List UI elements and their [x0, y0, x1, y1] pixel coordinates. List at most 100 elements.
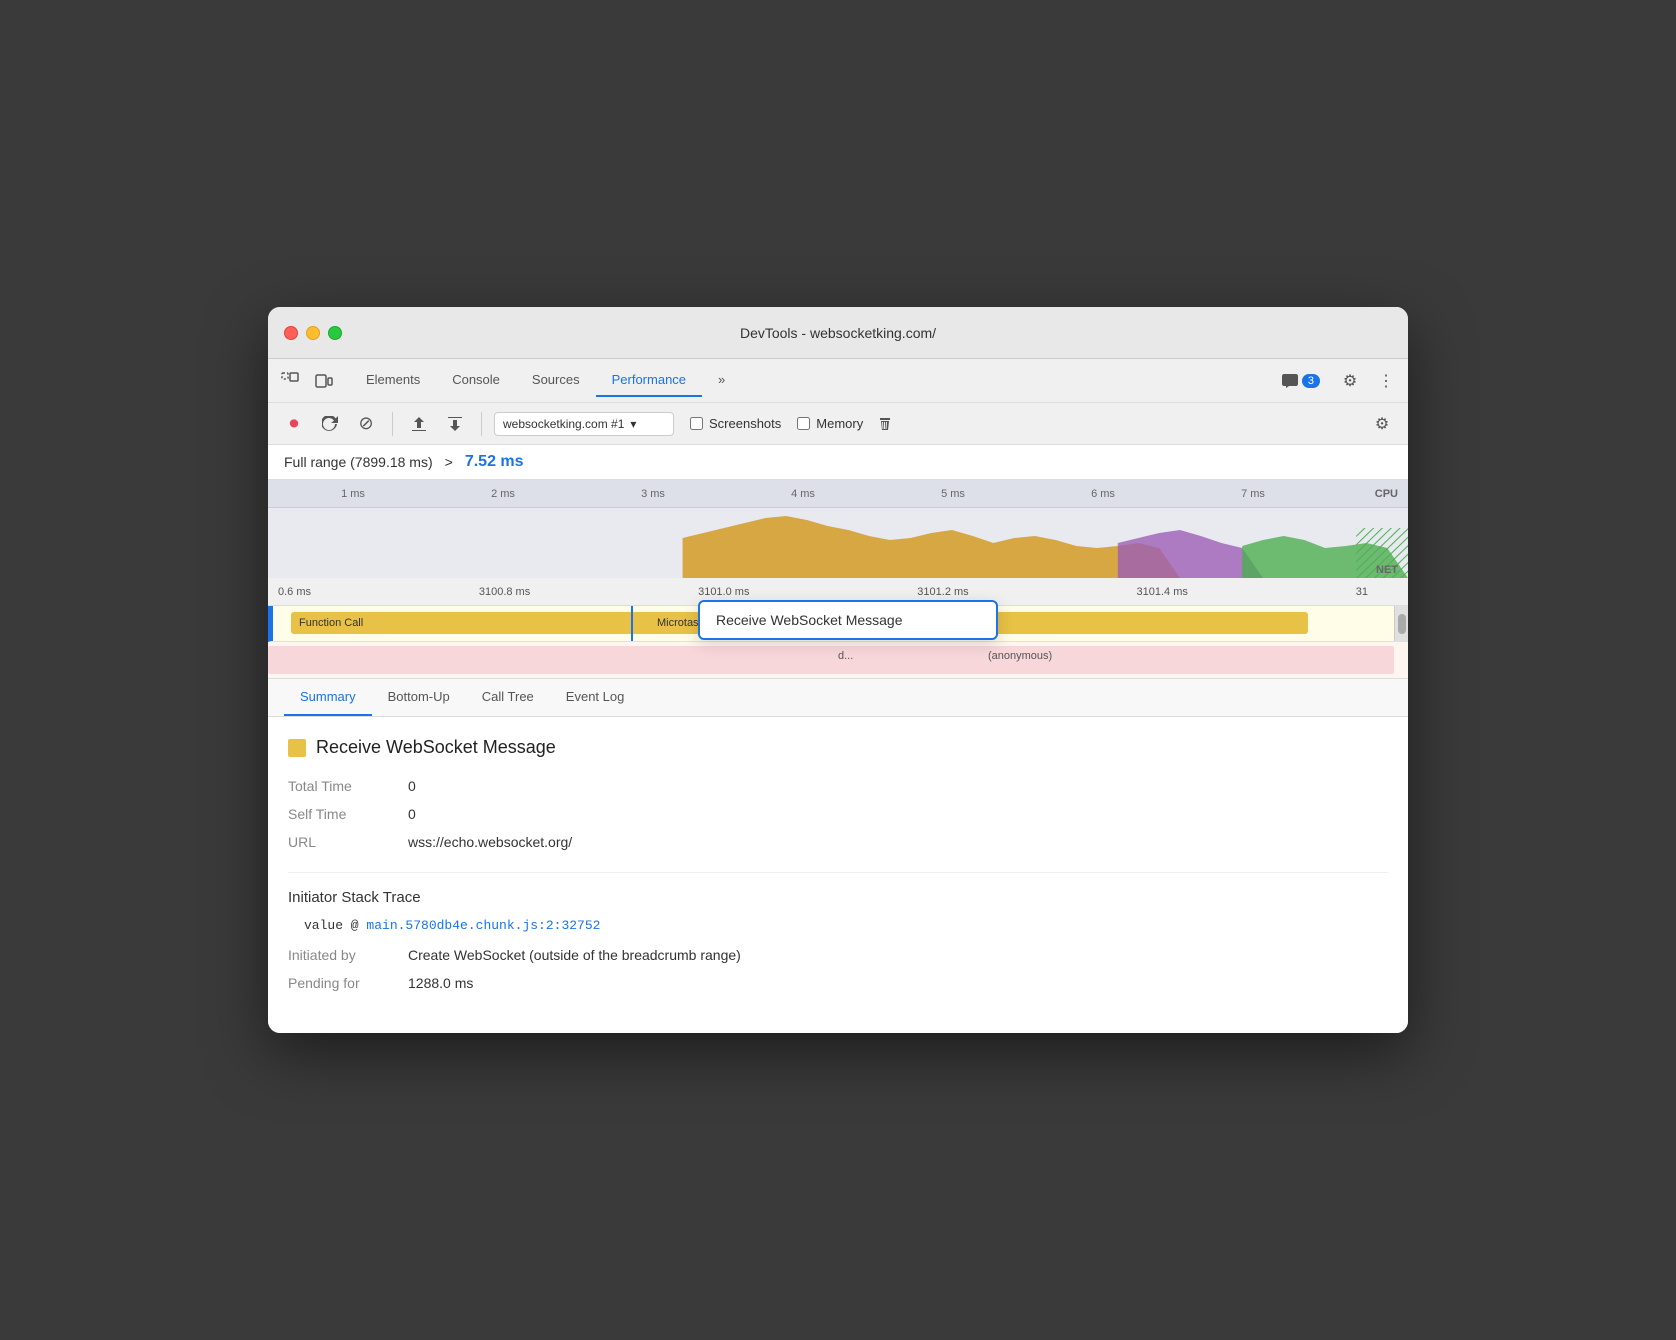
code-link[interactable]: main.5780db4e.chunk.js:2:32752 [366, 918, 600, 933]
time-mark-2: 2 ms [428, 488, 578, 500]
ms-label-2: 3100.8 ms [479, 586, 530, 598]
right-toolbar-icons: 3 ⚙ ⋮ [1274, 367, 1400, 395]
time-ruler: 1 ms 2 ms 3 ms 4 ms 5 ms 6 ms 7 ms CPU [268, 480, 1408, 508]
ms-label-6: 31 [1356, 586, 1368, 598]
ms-label-4: 3101.2 ms [917, 586, 968, 598]
initiated-by-label: Initiated by [288, 945, 408, 965]
ms-label-3: 3101.0 ms [698, 586, 749, 598]
traffic-lights [284, 326, 342, 340]
maximize-button[interactable] [328, 326, 342, 340]
download-button[interactable] [441, 410, 469, 438]
left-toolbar-icons [276, 367, 338, 395]
scrollbar-track[interactable] [1394, 606, 1408, 641]
capture-settings-button[interactable]: ⚙ [1368, 410, 1396, 438]
range-label: Full range (7899.18 ms) [284, 454, 433, 470]
inspector-icon[interactable] [276, 367, 304, 395]
reload-record-button[interactable] [316, 410, 344, 438]
net-label: NET [1376, 564, 1398, 576]
titlebar: DevTools - websocketking.com/ [268, 307, 1408, 359]
minimize-button[interactable] [306, 326, 320, 340]
initiated-by-value: Create WebSocket (outside of the breadcr… [408, 945, 1388, 965]
clear-track-button[interactable] [871, 410, 899, 438]
scrollbar-thumb[interactable] [1398, 614, 1406, 634]
settings-icon[interactable]: ⚙ [1336, 367, 1364, 395]
tab-summary[interactable]: Summary [284, 679, 372, 716]
range-bar: Full range (7899.18 ms) > 7.52 ms [268, 445, 1408, 480]
tab-sources[interactable]: Sources [516, 364, 596, 397]
info-grid: Total Time 0 Self Time 0 URL wss://echo.… [288, 776, 1388, 852]
devtools-window: DevTools - websocketking.com/ Elements C… [268, 307, 1408, 1033]
event-name: Receive WebSocket Message [316, 737, 556, 758]
controls-toolbar: ⏺ ⊘ websocketking.com #1 ▾ Screenshots [268, 403, 1408, 445]
bottom-tabs: Summary Bottom-Up Call Tree Event Log [268, 679, 1408, 717]
track-row-2[interactable]: d... (anonymous) [268, 642, 1408, 678]
tab-performance[interactable]: Performance [596, 364, 702, 397]
record-button[interactable]: ⏺ [280, 410, 308, 438]
tab-bottom-up[interactable]: Bottom-Up [372, 679, 466, 716]
cpu-chart[interactable]: NET [268, 508, 1408, 578]
event-color-indicator [288, 739, 306, 757]
more-menu-icon[interactable]: ⋮ [1372, 367, 1400, 395]
url-value: wss://echo.websocket.org/ [408, 832, 1388, 852]
tab-event-log[interactable]: Event Log [550, 679, 641, 716]
code-line: value @ main.5780db4e.chunk.js:2:32752 [288, 918, 1388, 933]
time-mark-7: 7 ms [1178, 488, 1328, 500]
ms-label-1: 0.6 ms [278, 586, 311, 598]
ms-label-5: 3101.4 ms [1137, 586, 1188, 598]
ms-labels: 0.6 ms 3100.8 ms 3101.0 ms 3101.2 ms 310… [278, 586, 1408, 598]
total-time-value: 0 [408, 776, 1388, 796]
tab-more[interactable]: » [702, 364, 741, 397]
bottom-panel: Summary Bottom-Up Call Tree Event Log Re… [268, 678, 1408, 1033]
nav-toolbar: Elements Console Sources Performance » 3… [268, 359, 1408, 403]
time-mark-5: 5 ms [878, 488, 1028, 500]
event-title: Receive WebSocket Message [288, 737, 1388, 758]
memory-label[interactable]: Memory [816, 416, 863, 431]
tab-elements[interactable]: Elements [350, 364, 436, 397]
feedback-badge: 3 [1302, 374, 1320, 388]
anonymous-label: (anonymous) [988, 650, 1052, 662]
timeline-tracks[interactable]: 0.6 ms 3100.8 ms 3101.0 ms 3101.2 ms 310… [268, 578, 1408, 678]
pink-track[interactable] [268, 646, 1394, 674]
feedback-button[interactable]: 3 [1274, 370, 1328, 392]
time-mark-4: 4 ms [728, 488, 878, 500]
total-time-label: Total Time [288, 776, 408, 796]
summary-content: Receive WebSocket Message Total Time 0 S… [268, 717, 1408, 1033]
tab-console[interactable]: Console [436, 364, 516, 397]
separator-2 [481, 412, 482, 436]
separator-1 [392, 412, 393, 436]
time-marks: 1 ms 2 ms 3 ms 4 ms 5 ms 6 ms 7 ms [268, 488, 1328, 500]
divider-1 [288, 872, 1388, 873]
screenshots-label[interactable]: Screenshots [709, 416, 781, 431]
timeline-area: 1 ms 2 ms 3 ms 4 ms 5 ms 6 ms 7 ms CPU [268, 480, 1408, 678]
close-button[interactable] [284, 326, 298, 340]
memory-checkbox[interactable] [797, 417, 810, 430]
screenshots-checkbox[interactable] [690, 417, 703, 430]
range-value: 7.52 ms [465, 453, 524, 471]
self-time-label: Self Time [288, 804, 408, 824]
upload-button[interactable] [405, 410, 433, 438]
memory-checkbox-group: Memory [797, 416, 863, 431]
tooltip-text: Receive WebSocket Message [716, 612, 903, 628]
d-label: d... [838, 650, 853, 662]
self-time-value: 0 [408, 804, 1388, 824]
code-prefix: value @ [304, 918, 366, 933]
pending-for-value: 1288.0 ms [408, 973, 1388, 993]
cpu-label: CPU [1375, 488, 1398, 500]
initiated-info: Initiated by Create WebSocket (outside o… [288, 945, 1388, 993]
stack-trace-title: Initiator Stack Trace [288, 889, 1388, 906]
range-separator: > [445, 454, 453, 470]
window-title: DevTools - websocketking.com/ [740, 325, 936, 341]
url-text: websocketking.com #1 [503, 417, 624, 431]
time-mark-1: 1 ms [278, 488, 428, 500]
url-selector[interactable]: websocketking.com #1 ▾ [494, 412, 674, 436]
dropdown-arrow: ▾ [630, 417, 636, 431]
clear-button[interactable]: ⊘ [352, 410, 380, 438]
time-mark-3: 3 ms [578, 488, 728, 500]
pending-for-label: Pending for [288, 973, 408, 993]
time-mark-6: 6 ms [1028, 488, 1178, 500]
screenshots-checkbox-group: Screenshots [690, 416, 781, 431]
url-label: URL [288, 832, 408, 852]
device-toolbar-icon[interactable] [310, 367, 338, 395]
main-nav-tabs: Elements Console Sources Performance » [350, 364, 1274, 397]
tab-call-tree[interactable]: Call Tree [466, 679, 550, 716]
